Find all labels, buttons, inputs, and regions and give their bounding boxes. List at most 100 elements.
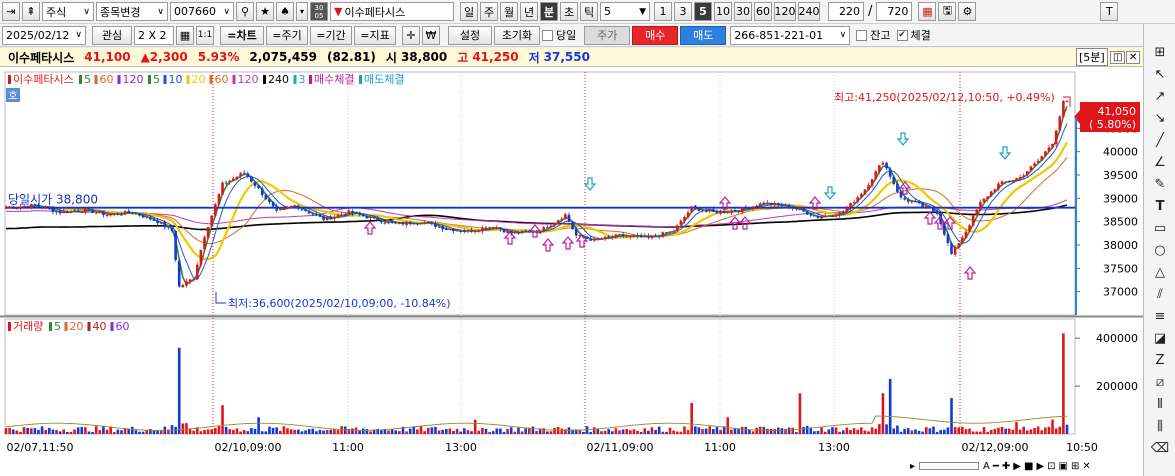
settings-button[interactable]: 설정 bbox=[448, 25, 492, 45]
bottom-button[interactable]: ⊞ bbox=[1071, 461, 1079, 472]
count-input[interactable]: 220 bbox=[828, 2, 864, 21]
crosshair-icon[interactable]: ✛ bbox=[402, 25, 420, 45]
rectangle-icon[interactable]: ▭ bbox=[1150, 218, 1170, 238]
period-tab[interactable]: 월 bbox=[500, 2, 518, 21]
bottom-button[interactable]: ■ bbox=[1024, 461, 1033, 472]
minute-tab[interactable]: 30 bbox=[734, 2, 752, 21]
restore-icon[interactable]: ◫ bbox=[1110, 50, 1126, 64]
candle-body bbox=[625, 236, 629, 238]
volume-bar bbox=[780, 428, 784, 434]
bars-icon[interactable]: ⦀ bbox=[1150, 394, 1170, 414]
stock-code-input[interactable]: 007660 ∨ bbox=[170, 2, 234, 21]
scroll-left-icon[interactable]: ▸ bbox=[910, 461, 915, 472]
screen-number-icon[interactable]: 30 05 bbox=[310, 2, 328, 21]
quote-summary-bar: 이수페타시스 41,100 ▲2,300 5.93% 2,075,459 (82… bbox=[0, 48, 1143, 67]
minute-tab[interactable]: 10 bbox=[714, 2, 732, 21]
candle-body bbox=[369, 216, 372, 218]
change-type-select[interactable]: 종목변경 ∨ bbox=[96, 2, 168, 21]
bottom-button[interactable]: A bbox=[983, 461, 990, 472]
price-button[interactable]: 주가 bbox=[584, 25, 631, 45]
ray-icon[interactable]: ↘ bbox=[1150, 108, 1170, 128]
cursor-tool-icon[interactable]: ↖ bbox=[1150, 64, 1170, 84]
market-select[interactable]: 주식 ∨ bbox=[42, 2, 94, 21]
tools-toggle-icon[interactable]: T bbox=[1100, 2, 1119, 21]
sell-button[interactable]: 매도 bbox=[680, 25, 727, 45]
bottom-button[interactable]: ▣ bbox=[1059, 461, 1068, 472]
trend-line-icon[interactable]: ↗ bbox=[1150, 86, 1170, 106]
reset-button[interactable]: 초기화 bbox=[494, 25, 540, 45]
minute-tab[interactable]: 240 bbox=[798, 2, 820, 21]
balance-checkbox[interactable]: 잔고 bbox=[856, 27, 891, 43]
candle-body bbox=[195, 264, 199, 280]
buy-button[interactable]: 매수 bbox=[632, 25, 679, 45]
interest-button[interactable]: 관심 bbox=[92, 25, 132, 45]
pin-icon[interactable]: ⇥ bbox=[2, 2, 20, 21]
pencil-icon[interactable]: ✎ bbox=[1150, 174, 1170, 194]
interval-label[interactable]: [5분] bbox=[1076, 48, 1108, 66]
candle-body bbox=[66, 211, 69, 213]
spade-icon[interactable]: ♠ bbox=[276, 2, 294, 21]
grid-icon[interactable]: ▦ bbox=[918, 2, 937, 21]
close-icon[interactable]: ✕ bbox=[1126, 50, 1141, 64]
star-icon[interactable]: ★ bbox=[256, 2, 274, 21]
same-day-checkbox[interactable]: 당일 bbox=[542, 27, 576, 43]
chart-button[interactable]: =차트 bbox=[220, 25, 264, 45]
term-button[interactable]: =기간 bbox=[310, 25, 352, 45]
date-field[interactable]: 2025/02/12 ∨ bbox=[2, 25, 86, 45]
account-select[interactable]: 266-851-221-01 ∨ bbox=[730, 25, 851, 45]
save-icon[interactable]: 🖫 bbox=[938, 2, 957, 21]
line-icon[interactable]: ╱ bbox=[1150, 130, 1170, 150]
search-icon[interactable]: ⚲ bbox=[236, 2, 254, 21]
fill-checkbox[interactable]: ✔ 체결 bbox=[896, 27, 931, 43]
candle-body bbox=[405, 221, 408, 226]
chart-area[interactable]: 3700037500380003850039000395004000040500… bbox=[0, 67, 1143, 476]
calendar-icon[interactable]: ▦ bbox=[176, 25, 194, 45]
minute-tab[interactable]: 3 bbox=[674, 2, 692, 21]
cycle-lines-icon[interactable]: ⫼ bbox=[1150, 416, 1170, 436]
minute-tab[interactable]: 1 bbox=[654, 2, 672, 21]
bottom-button[interactable]: ━ bbox=[993, 461, 999, 472]
stock-name-field[interactable]: ▼ 이수페타시스 bbox=[330, 2, 454, 21]
unit-select[interactable]: 5 ▼ bbox=[600, 2, 650, 21]
scrollbar-track[interactable] bbox=[919, 462, 980, 470]
stock-chart[interactable]: 3700037500380003850039000395004000040500… bbox=[0, 67, 1143, 476]
period-tab[interactable]: 일 bbox=[460, 2, 478, 21]
zoom-tool-icon[interactable]: Z bbox=[1150, 350, 1170, 370]
triangle-icon[interactable]: △ bbox=[1150, 262, 1170, 282]
minute-tab[interactable]: 5 bbox=[694, 2, 712, 21]
ratio-button[interactable]: 1:1 bbox=[196, 25, 214, 45]
indicator-button[interactable]: =지표 bbox=[354, 25, 396, 45]
bottom-button[interactable]: ▶ bbox=[1036, 461, 1044, 472]
minute-tab[interactable]: 120 bbox=[774, 2, 796, 21]
won-icon[interactable]: ₩ bbox=[422, 25, 440, 45]
minute-tab[interactable]: 60 bbox=[754, 2, 772, 21]
eraser-icon[interactable]: ⌫ bbox=[1150, 438, 1170, 458]
text-tool-icon[interactable]: T bbox=[1150, 196, 1170, 216]
volume-bar bbox=[437, 430, 441, 434]
total-input[interactable]: 720 bbox=[876, 2, 913, 21]
period-tab[interactable]: 초 bbox=[560, 2, 578, 21]
bottom-button[interactable]: ✕ bbox=[1082, 461, 1090, 472]
crosshair-tool-icon[interactable]: ⊞ bbox=[1150, 42, 1170, 62]
period-tab[interactable]: 년 bbox=[520, 2, 538, 21]
angle-icon[interactable]: ∠ bbox=[1150, 152, 1170, 172]
chevron-small-icon[interactable]: ▾ bbox=[296, 2, 308, 21]
cycle-button[interactable]: =주기 bbox=[266, 25, 308, 45]
layout-select[interactable]: 2 X 2 bbox=[134, 25, 174, 45]
period-tab[interactable]: 틱 bbox=[580, 2, 598, 21]
top-icon[interactable]: ⇞ bbox=[22, 2, 40, 21]
candle-body bbox=[993, 189, 997, 192]
period-tab[interactable]: 분 bbox=[540, 2, 558, 21]
bottom-button[interactable]: ▶ bbox=[1013, 461, 1021, 472]
period-tab[interactable]: 주 bbox=[480, 2, 498, 21]
circle-icon[interactable]: ○ bbox=[1150, 240, 1170, 260]
fan-icon[interactable]: ⧄ bbox=[1150, 372, 1170, 392]
candle-body bbox=[48, 207, 51, 209]
gear-icon[interactable]: ⚙ bbox=[958, 2, 977, 21]
fibonacci-icon[interactable]: ≡ bbox=[1150, 306, 1170, 326]
channel-icon[interactable]: ⫽ bbox=[1150, 284, 1170, 304]
bottom-button[interactable]: ✚ bbox=[1002, 461, 1010, 472]
gann-icon[interactable]: ◪ bbox=[1150, 328, 1170, 348]
bottom-button[interactable]: ⊡ bbox=[1047, 461, 1055, 472]
candle-body bbox=[11, 206, 15, 209]
